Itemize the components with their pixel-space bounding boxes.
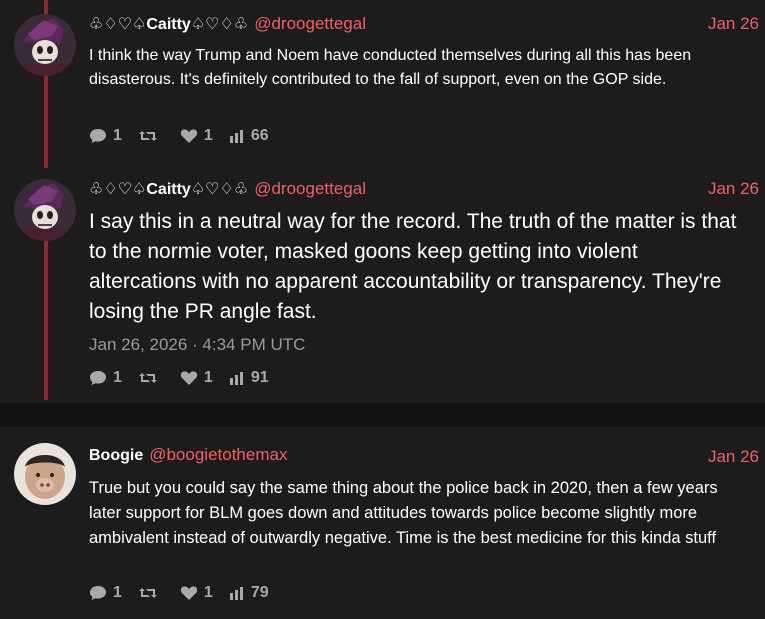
views-count: 79 [250,584,269,601]
heart-icon [180,129,198,143]
post-header: Boogie @boogietothemax [89,445,287,465]
views-stat: 66 [229,127,269,145]
heart-icon [180,586,198,600]
comment-icon [90,371,106,385]
reply-stat[interactable]: 1 [89,584,122,602]
like-count: 1 [203,369,213,386]
bar-chart-icon [229,587,243,600]
comment-icon [90,129,106,143]
handle-link[interactable]: @droogettegal [254,14,366,34]
post-header: ♧♢♡♤Caitty♤♡♢♧ @droogettegal [89,179,366,199]
heart-icon [180,371,198,385]
repost-stat[interactable] [138,371,164,385]
views-stat: 79 [229,584,269,602]
avatar[interactable] [14,14,76,76]
reply-count: 1 [113,127,122,144]
retweet-icon [138,131,157,141]
display-name[interactable]: Boogie [89,447,143,465]
avatar-image-icon [14,443,76,505]
like-count: 1 [203,584,213,601]
avatar-image-icon [14,14,76,76]
views-stat: 91 [229,369,269,387]
retweet-icon [138,373,157,383]
like-stat[interactable]: 1 [180,369,213,387]
post-date[interactable]: Jan 26 [708,179,759,199]
post-text: I think the way Trump and Noem have cond… [89,47,692,88]
display-name[interactable]: ♧♢♡♤Caitty♤♡♢♧ [89,179,248,199]
post-text: I say this in a neutral way for the reco… [89,210,737,323]
comment-icon [90,586,106,600]
thread-separator [0,403,765,427]
avatar[interactable] [14,179,76,241]
views-count: 66 [250,127,269,144]
post-timestamp[interactable]: Jan 26, 2026 · 4:34 PM UTC [89,335,305,355]
like-stat[interactable]: 1 [180,584,213,602]
handle-link[interactable]: @droogettegal [254,179,366,199]
reply-count: 1 [113,584,122,601]
post-text: True but you could say the same thing ab… [89,479,718,547]
handle-link[interactable]: @boogietothemax [149,445,287,465]
post-stats: 1 1 79 [89,584,285,602]
reply-count: 1 [113,369,122,386]
retweet-icon [138,588,157,598]
display-name[interactable]: ♧♢♡♤Caitty♤♡♢♧ [89,14,248,34]
bar-chart-icon [229,372,243,385]
like-stat[interactable]: 1 [180,127,213,145]
like-count: 1 [203,127,213,144]
avatar[interactable] [14,443,76,505]
avatar-image-icon [14,179,76,241]
post-stats: 1 1 91 [89,369,285,387]
reply-stat[interactable]: 1 [89,127,122,145]
repost-stat[interactable] [138,129,164,143]
repost-stat[interactable] [138,586,164,600]
bar-chart-icon [229,130,243,143]
views-count: 91 [250,369,269,386]
reply-stat[interactable]: 1 [89,369,122,387]
post-date[interactable]: Jan 26 [708,447,759,467]
post-date[interactable]: Jan 26 [708,14,759,34]
post[interactable]: Boogie @boogietothemax Jan 26 True but y… [0,427,765,619]
post[interactable]: ♧♢♡♤Caitty♤♡♢♧ @droogettegal Jan 26 I sa… [0,165,765,403]
post[interactable]: ♧♢♡♤Caitty♤♡♢♧ @droogettegal Jan 26 I th… [0,0,765,165]
post-stats: 1 1 66 [89,127,285,145]
post-header: ♧♢♡♤Caitty♤♡♢♧ @droogettegal [89,14,366,34]
